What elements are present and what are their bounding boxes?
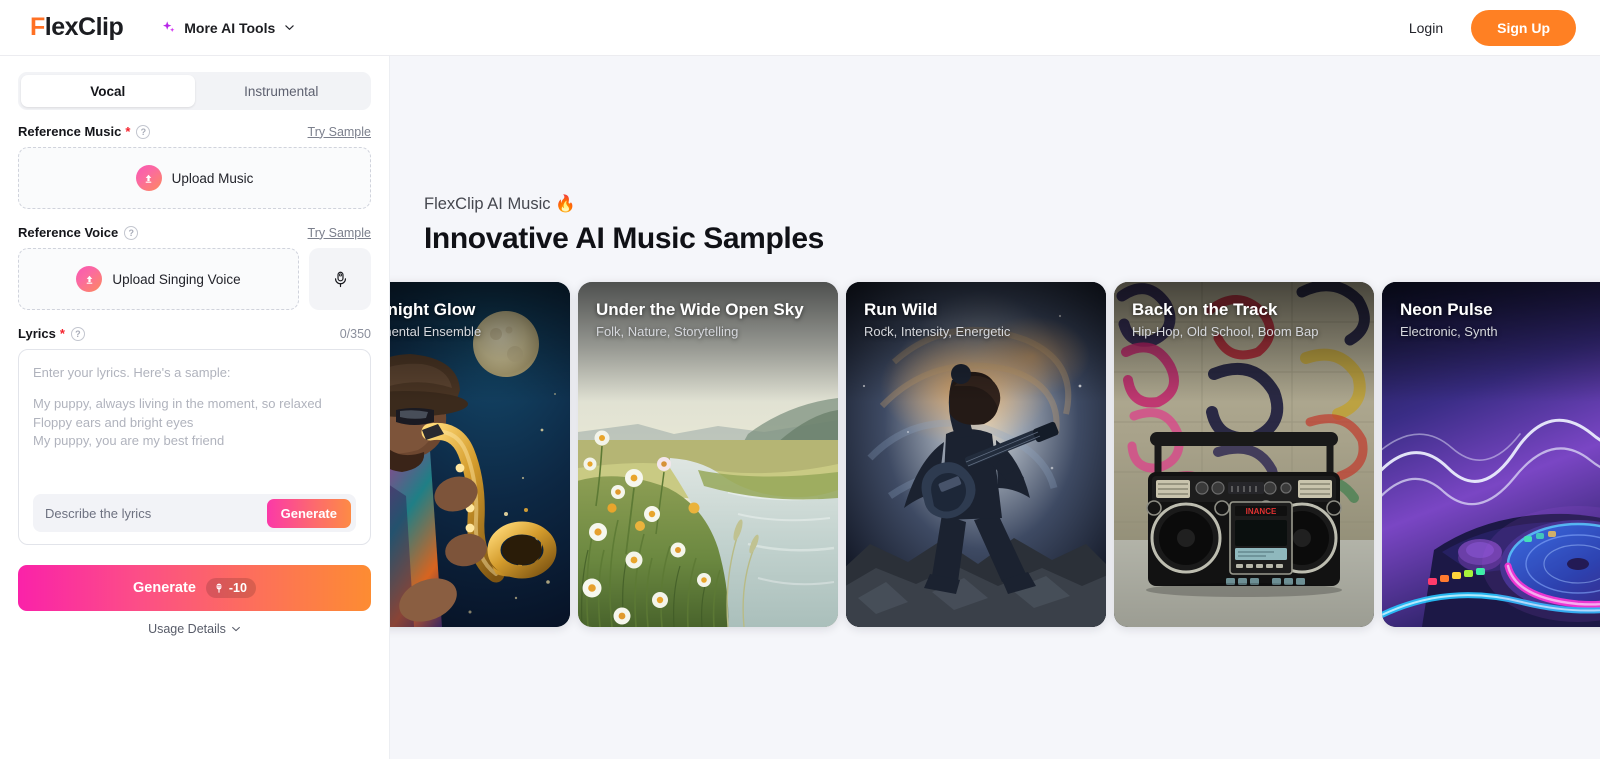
card-subtitle: Rock, Intensity, Energetic — [864, 324, 1011, 339]
card-title: Back on the Track — [1132, 300, 1278, 319]
reference-music-header: Reference Music * ? Try Sample — [18, 124, 371, 139]
top-header: FlexClip More AI Tools Login Sign Up — [0, 0, 1600, 56]
usage-details-label: Usage Details — [148, 622, 226, 636]
lyrics-placeholder-line-1: My puppy, always living in the moment, s… — [33, 396, 322, 412]
credit-cost-value: -10 — [228, 581, 247, 595]
help-icon[interactable]: ? — [70, 326, 85, 341]
reference-voice-header: Reference Voice ? Try Sample — [18, 225, 371, 240]
app-root: FlexClip More AI Tools Login Sign Up Voc… — [0, 0, 1600, 759]
upload-voice-label: Upload Singing Voice — [112, 271, 241, 287]
help-icon[interactable]: ? — [136, 124, 151, 139]
main-content: FlexClip AI Music 🔥 Innovative AI Music … — [390, 56, 1600, 759]
help-icon[interactable]: ? — [124, 225, 139, 240]
card-text: Back on the Track Hip-Hop, Old School, B… — [1132, 300, 1362, 339]
tab-instrumental[interactable]: Instrumental — [195, 75, 369, 107]
sample-card[interactable]: INANCE Back on the Track Hip-Hop, Old Sc… — [1114, 282, 1374, 627]
sample-card[interactable]: Neon Pulse Electronic, Synth — [1382, 282, 1600, 627]
upload-singing-voice-dropzone[interactable]: Upload Singing Voice — [18, 248, 299, 310]
upload-icon — [135, 165, 162, 191]
left-panel: Vocal Instrumental Reference Music * ? T… — [0, 56, 390, 759]
music-samples-carousel: the Midnight Glow zz, Instrumental Ensem… — [390, 282, 1600, 627]
lyrics-input-box[interactable]: Enter your lyrics. Here's a sample: My p… — [18, 349, 371, 545]
card-text: the Midnight Glow zz, Instrumental Ensem… — [390, 300, 558, 339]
tab-vocal[interactable]: Vocal — [21, 75, 195, 107]
card-title: Run Wild — [864, 300, 938, 319]
upload-music-dropzone[interactable]: Upload Music — [18, 147, 371, 209]
page-title: Innovative AI Music Samples — [424, 222, 824, 255]
mode-tab-switcher: Vocal Instrumental — [18, 72, 371, 110]
describe-lyrics-input[interactable]: Describe the lyrics — [45, 506, 151, 521]
generate-music-button[interactable]: Generate -10 — [18, 565, 371, 611]
card-title: Neon Pulse — [1400, 300, 1493, 319]
credit-icon — [213, 582, 225, 594]
sample-card[interactable]: Run Wild Rock, Intensity, Energetic — [846, 282, 1106, 627]
chevron-down-icon — [231, 624, 241, 634]
lyrics-placeholder: Enter your lyrics. Here's a sample: My p… — [33, 364, 356, 451]
generate-lyrics-button[interactable]: Generate — [266, 498, 351, 528]
more-ai-tools-label: More AI Tools — [184, 19, 276, 36]
card-subtitle: zz, Instrumental Ensemble — [390, 324, 482, 339]
sparkle-icon — [161, 20, 177, 36]
flexclip-logo[interactable]: FlexClip — [30, 13, 124, 42]
chevron-down-icon — [282, 22, 295, 33]
try-sample-voice-link[interactable]: Try Sample — [308, 226, 371, 240]
page-body: Vocal Instrumental Reference Music * ? T… — [0, 56, 1600, 759]
more-ai-tools-menu[interactable]: More AI Tools — [161, 20, 295, 36]
logo-wordmark: lexClip — [44, 13, 124, 41]
record-voice-button[interactable] — [309, 248, 371, 310]
card-text: Run Wild Rock, Intensity, Energetic — [864, 300, 1094, 339]
describe-lyrics-row: Describe the lyrics Generate — [33, 494, 356, 532]
card-title: the Midnight Glow — [390, 300, 476, 319]
card-text: Under the Wide Open Sky Folk, Nature, St… — [596, 300, 826, 339]
section-eyebrow: FlexClip AI Music 🔥 — [424, 195, 576, 213]
generate-button-label: Generate — [133, 580, 196, 596]
lyrics-placeholder-line-2: Floppy ears and bright eyes — [33, 414, 194, 430]
reference-voice-label: Reference Voice — [18, 225, 119, 240]
reference-music-label: Reference Music — [18, 124, 122, 139]
card-text: Neon Pulse Electronic, Synth — [1400, 300, 1600, 339]
required-asterisk: * — [59, 326, 65, 341]
upload-music-label: Upload Music — [171, 170, 254, 186]
lyrics-char-counter: 0/350 — [339, 326, 371, 341]
lyrics-placeholder-intro: Enter your lyrics. Here's a sample: — [33, 365, 231, 380]
card-subtitle: Hip-Hop, Old School, Boom Bap — [1132, 324, 1319, 339]
credit-cost-badge: -10 — [205, 578, 256, 598]
header-actions: Login Sign Up — [1395, 9, 1576, 46]
required-asterisk: * — [125, 124, 131, 139]
card-title: Under the Wide Open Sky — [596, 300, 804, 319]
lyrics-placeholder-line-3: My puppy, you are my best friend — [33, 433, 225, 449]
card-subtitle: Folk, Nature, Storytelling — [596, 324, 739, 339]
card-subtitle: Electronic, Synth — [1400, 324, 1498, 339]
login-button[interactable]: Login — [1395, 12, 1457, 44]
try-sample-music-link[interactable]: Try Sample — [308, 125, 371, 139]
usage-details-toggle[interactable]: Usage Details — [18, 622, 371, 636]
svg-text:INANCE: INANCE — [1246, 507, 1277, 516]
logo-f-mark: F — [30, 13, 45, 41]
sample-card[interactable]: Under the Wide Open Sky Folk, Nature, St… — [578, 282, 838, 627]
lyrics-header: Lyrics * ? 0/350 — [18, 326, 371, 341]
signup-button[interactable]: Sign Up — [1471, 9, 1576, 46]
microphone-icon — [331, 270, 350, 289]
lyrics-label: Lyrics — [18, 326, 56, 341]
reference-voice-row: Upload Singing Voice — [18, 248, 371, 310]
sample-card[interactable]: the Midnight Glow zz, Instrumental Ensem… — [390, 282, 570, 627]
upload-icon — [76, 266, 103, 292]
